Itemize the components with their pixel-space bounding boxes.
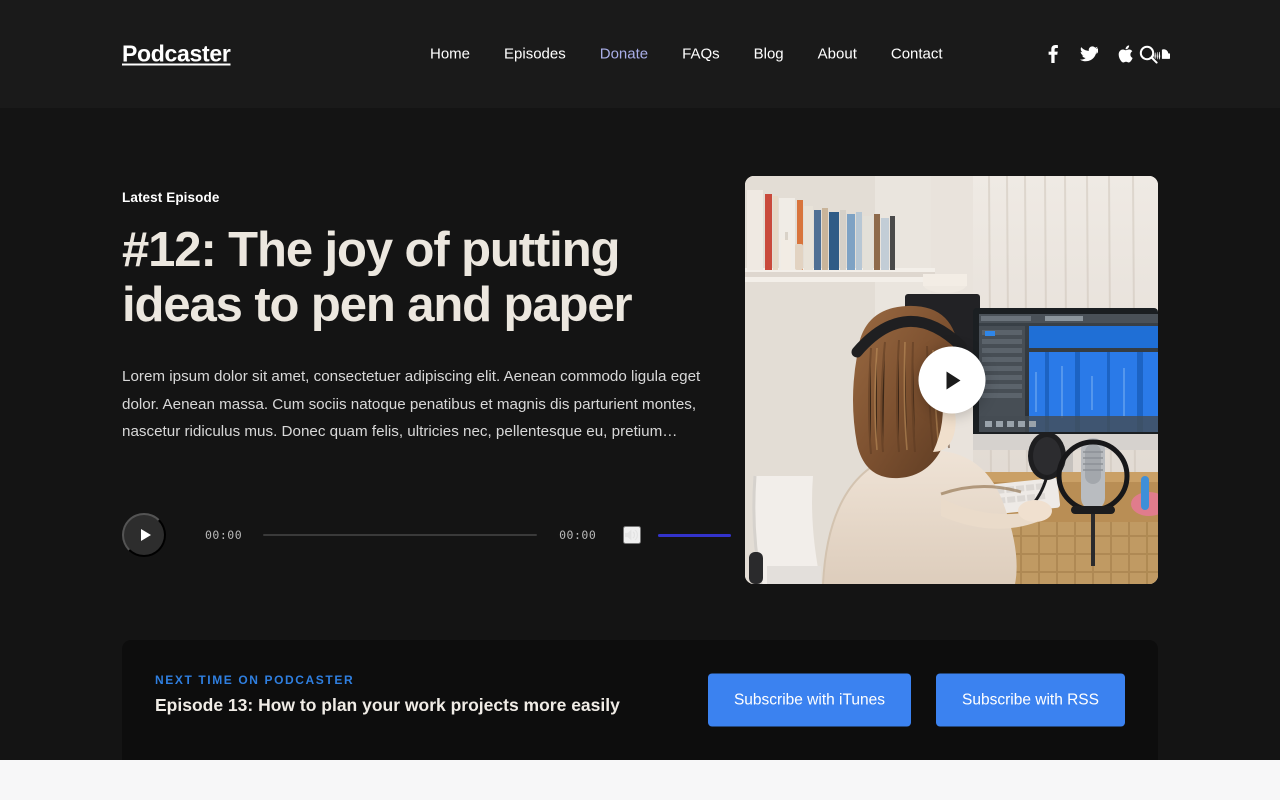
volume-icon[interactable] <box>623 526 642 544</box>
nav-item-contact[interactable]: Contact <box>891 46 943 63</box>
progress-slider[interactable] <box>263 534 538 536</box>
nav-item-faqs[interactable]: FAQs <box>682 46 720 63</box>
subscribe-rss-button[interactable]: Subscribe with RSS <box>936 673 1125 727</box>
play-button[interactable] <box>122 513 166 557</box>
below-fold-section <box>0 760 1280 800</box>
episode-artwork[interactable] <box>745 176 1158 584</box>
next-episode-cta: Next time on Podcaster Episode 13: How t… <box>122 640 1158 760</box>
page-title: #12: The joy of putting ideas to pen and… <box>122 223 633 332</box>
cta-title: Episode 13: How to plan your work projec… <box>155 695 620 715</box>
hero-eyebrow: Latest Episode <box>122 190 220 205</box>
site-header: Podcaster Home Episodes Donate FAQs Blog… <box>0 0 1280 108</box>
search-icon[interactable] <box>1138 44 1158 64</box>
page-root: Podcaster Home Episodes Donate FAQs Blog… <box>0 0 1280 800</box>
cta-text-block: Next time on Podcaster Episode 13: How t… <box>155 673 625 717</box>
nav-item-blog[interactable]: Blog <box>754 46 784 63</box>
nav-item-donate[interactable]: Donate <box>600 46 648 63</box>
volume-fill <box>658 533 732 537</box>
nav-item-episodes[interactable]: Episodes <box>504 46 566 63</box>
audio-player: 00:00 00:00 <box>122 513 732 557</box>
facebook-icon[interactable] <box>1044 44 1062 64</box>
main-navigation: Home Episodes Donate FAQs Blog About Con… <box>430 46 943 63</box>
nav-item-home[interactable]: Home <box>430 46 470 63</box>
hero-content: Latest Episode #12: The joy of putting i… <box>122 190 722 446</box>
cta-kicker: Next time on Podcaster <box>155 673 355 687</box>
brand-logo[interactable]: Podcaster <box>122 41 231 68</box>
apple-icon[interactable] <box>1116 44 1134 64</box>
subscribe-itunes-button[interactable]: Subscribe with iTunes <box>707 673 912 727</box>
play-triangle-icon <box>140 529 151 541</box>
nav-item-about[interactable]: About <box>818 46 857 63</box>
hero-description: Lorem ipsum dolor sit amet, consectetuer… <box>122 367 701 441</box>
hero-section: Podcaster Home Episodes Donate FAQs Blog… <box>0 0 1280 760</box>
volume-slider[interactable] <box>658 533 732 537</box>
subscribe-buttons: Subscribe with iTunes Subscribe with RSS <box>707 673 1125 727</box>
artwork-play-button[interactable] <box>918 346 985 414</box>
current-time: 00:00 <box>205 528 243 542</box>
twitter-icon[interactable] <box>1080 44 1098 64</box>
duration-time: 00:00 <box>559 528 597 542</box>
play-triangle-icon <box>946 371 961 389</box>
